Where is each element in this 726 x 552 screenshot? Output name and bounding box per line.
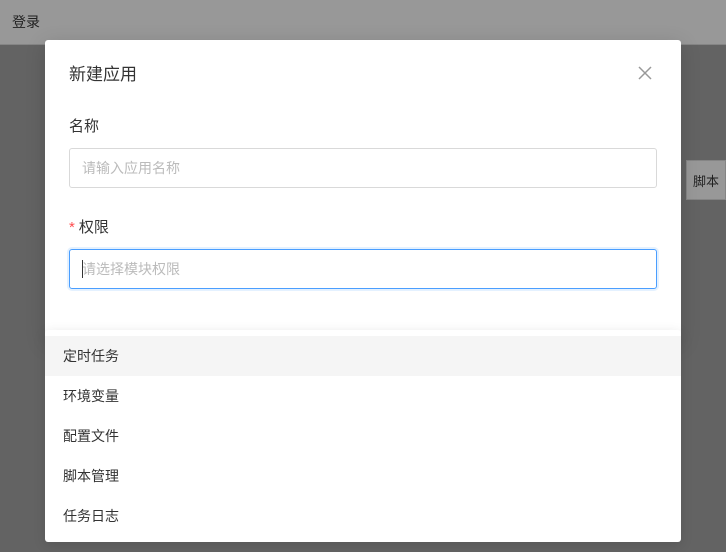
select-cursor bbox=[82, 260, 83, 278]
required-mark: * bbox=[69, 219, 75, 236]
dropdown-option-config-files[interactable]: 配置文件 bbox=[45, 416, 681, 456]
modal-title: 新建应用 bbox=[69, 60, 137, 85]
form-item-name: 名称 bbox=[69, 115, 657, 188]
dropdown-option-script-manage[interactable]: 脚本管理 bbox=[45, 456, 681, 496]
dropdown-option-env-vars[interactable]: 环境变量 bbox=[45, 376, 681, 416]
permission-placeholder: 请选择模块权限 bbox=[82, 259, 180, 279]
modal-header: 新建应用 bbox=[45, 40, 681, 97]
dropdown-option-scheduled-tasks[interactable]: 定时任务 bbox=[45, 336, 681, 376]
name-label: 名称 bbox=[69, 115, 657, 136]
name-input[interactable] bbox=[69, 148, 657, 188]
create-app-modal: 新建应用 名称 *权限 请选择模块权限 bbox=[45, 40, 681, 341]
permission-select[interactable]: 请选择模块权限 bbox=[69, 249, 657, 289]
close-button[interactable] bbox=[633, 61, 657, 85]
permission-label-text: 权限 bbox=[79, 219, 109, 236]
modal-body: 名称 *权限 请选择模块权限 bbox=[45, 97, 681, 341]
form-item-permission: *权限 请选择模块权限 bbox=[69, 216, 657, 289]
close-icon bbox=[637, 65, 653, 81]
dropdown-option-task-logs[interactable]: 任务日志 bbox=[45, 496, 681, 536]
permission-label: *权限 bbox=[69, 216, 657, 237]
permission-dropdown: 定时任务 环境变量 配置文件 脚本管理 任务日志 bbox=[45, 330, 681, 542]
